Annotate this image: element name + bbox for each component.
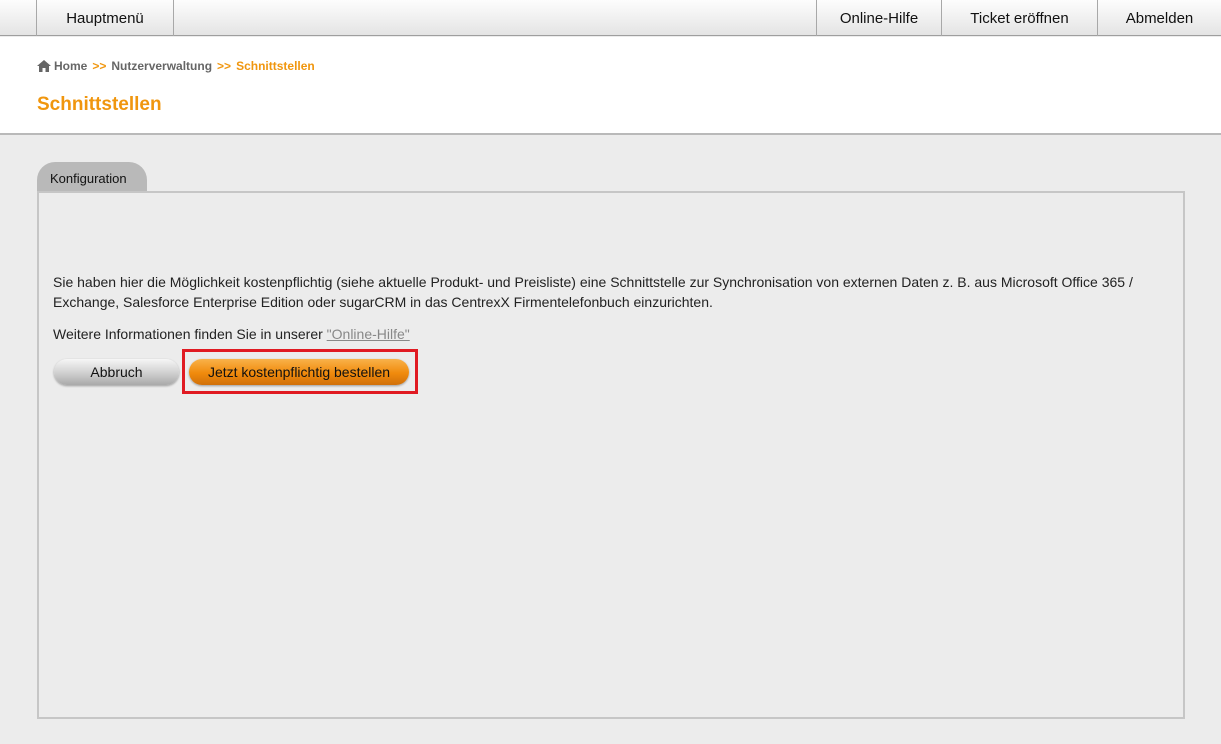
breadcrumb-home[interactable]: Home xyxy=(54,59,87,73)
more-info-line: Weitere Informationen finden Sie in unse… xyxy=(53,326,410,342)
home-icon xyxy=(37,60,51,72)
page-header: Home >> Nutzerverwaltung >> Schnittstell… xyxy=(0,37,1221,135)
page-title: Schnittstellen xyxy=(37,94,162,115)
order-button[interactable]: Jetzt kostenpflichtig bestellen xyxy=(189,359,409,385)
breadcrumb-user-management[interactable]: Nutzerverwaltung xyxy=(111,59,212,73)
tab-configuration[interactable]: Konfiguration xyxy=(37,162,147,194)
description-text: Sie haben hier die Möglichkeit kostenpfl… xyxy=(53,274,1133,310)
breadcrumb-separator: >> xyxy=(92,59,107,73)
configuration-panel: Sie haben hier die Möglichkeit kostenpfl… xyxy=(37,191,1185,719)
cancel-button[interactable]: Abbruch xyxy=(54,359,179,385)
breadcrumb-separator: >> xyxy=(217,59,232,73)
breadcrumb-current: Schnittstellen xyxy=(236,59,315,73)
online-help-link[interactable]: "Online-Hilfe" xyxy=(327,326,410,342)
nav-spacer xyxy=(173,0,816,36)
more-info-text: Weitere Informationen finden Sie in unse… xyxy=(53,326,323,342)
main-menu-button[interactable]: Hauptmenü xyxy=(36,0,173,36)
top-navigation: Hauptmenü Online-Hilfe Ticket eröffnen A… xyxy=(0,0,1221,36)
breadcrumb: Home >> Nutzerverwaltung >> Schnittstell… xyxy=(37,59,315,73)
online-help-button[interactable]: Online-Hilfe xyxy=(816,0,941,36)
logout-button[interactable]: Abmelden xyxy=(1097,0,1221,36)
open-ticket-button[interactable]: Ticket eröffnen xyxy=(941,0,1097,36)
